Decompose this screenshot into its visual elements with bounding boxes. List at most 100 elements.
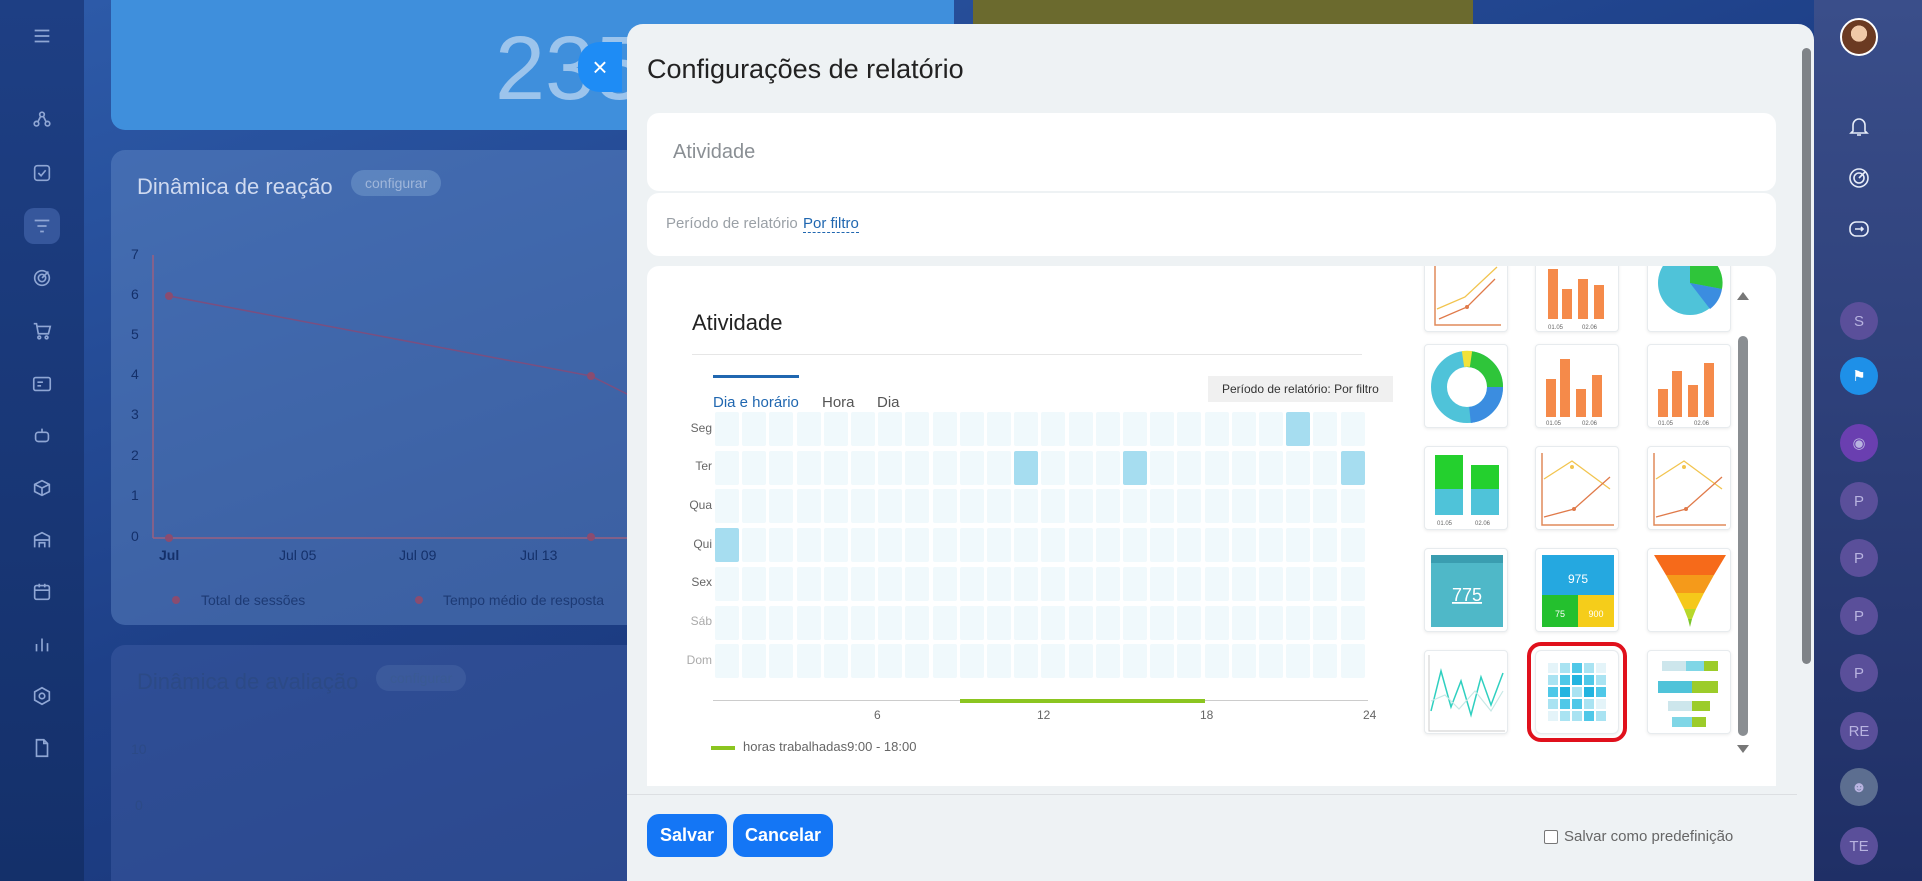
chart-thumb-heatmap[interactable]	[1527, 642, 1627, 742]
modal-scrollbar-thumb[interactable]	[1802, 48, 1811, 664]
chart-thumb-bar[interactable]: 01.05 02.06	[1535, 266, 1619, 332]
svg-text:01.05: 01.05	[1548, 325, 1564, 331]
building-icon[interactable]	[24, 522, 60, 558]
avatar-p[interactable]: P	[1840, 597, 1878, 635]
heatmap-cell	[823, 412, 848, 446]
report-name-input[interactable]	[673, 141, 1573, 164]
chart-thumb-line[interactable]	[1535, 446, 1619, 530]
period-dropdown-link[interactable]: Por filtro	[803, 215, 859, 233]
heatmap-cell	[851, 528, 875, 563]
heatmap-cell	[987, 605, 1011, 640]
heatmap-cell	[1286, 489, 1311, 524]
chart-thumb-donut[interactable]	[1424, 344, 1508, 428]
user-avatar[interactable]	[1840, 18, 1878, 56]
bg-legend-dot	[172, 596, 180, 604]
nodes-icon[interactable]	[24, 102, 60, 138]
chart-thumb-bar[interactable]: 01.05 02.06	[1647, 344, 1731, 428]
cat-avatar[interactable]: ☻	[1840, 768, 1878, 806]
gallery-scroll-down-icon[interactable]	[1737, 745, 1749, 753]
save-button[interactable]: Salvar	[647, 814, 727, 857]
chart-thumb-line[interactable]	[1424, 266, 1508, 332]
report-period-row: Período de relatório Por filtro	[647, 193, 1776, 256]
avatar-re[interactable]: RE	[1840, 712, 1878, 750]
bookmark-icon[interactable]: ⚑	[1840, 357, 1878, 395]
document-icon[interactable]	[24, 730, 60, 766]
avatar-p[interactable]: P	[1840, 482, 1878, 520]
chart-thumb-funnel[interactable]	[1647, 548, 1731, 632]
gallery-scroll-up-icon[interactable]	[1737, 292, 1749, 300]
chart-thumb-line-teal[interactable]	[1424, 650, 1508, 734]
target-icon[interactable]	[24, 260, 60, 296]
heatmap-cell	[878, 644, 903, 679]
calendar-icon[interactable]	[24, 574, 60, 610]
heatmap-cell	[1204, 566, 1229, 601]
heatmap-cell	[851, 412, 875, 446]
heatmap-thumb-cell	[1572, 687, 1582, 697]
day-label: Qui	[693, 537, 712, 551]
active-tab-underline	[713, 375, 799, 378]
bg-y-tick: 4	[131, 366, 139, 382]
checkbox-box[interactable]	[1544, 829, 1558, 844]
bar-chart-icon[interactable]	[24, 626, 60, 662]
bg-x-tick: Jul	[159, 547, 180, 563]
x-tick: 6	[874, 708, 881, 722]
cart-icon[interactable]	[24, 313, 60, 349]
chart-thumb-pie[interactable]	[1647, 266, 1731, 332]
heatmap-cell	[1340, 605, 1365, 640]
heatmap-cell	[823, 528, 848, 563]
gallery-scrollbar-thumb[interactable]	[1738, 336, 1748, 736]
heatmap-cell	[1095, 489, 1120, 524]
heatmap-cell	[769, 566, 794, 601]
bell-icon[interactable]	[1843, 110, 1875, 142]
vk-icon[interactable]: ◉	[1840, 424, 1878, 462]
avatar-p[interactable]: P	[1840, 654, 1878, 692]
heatmap-cell	[1259, 528, 1283, 563]
day-label: Seg	[690, 421, 712, 435]
chart-thumb-stacked-bar[interactable]: 01.05 02.06	[1424, 446, 1508, 530]
close-button[interactable]: ×	[578, 42, 622, 92]
heatmap-cell	[959, 412, 984, 446]
tab-hour[interactable]: Hora	[822, 394, 855, 411]
hexagon-icon[interactable]	[24, 678, 60, 714]
bg-legend-item: Total de sessões	[201, 592, 306, 608]
tab-day[interactable]: Dia	[877, 394, 900, 411]
chat-sync-icon[interactable]	[1843, 214, 1875, 246]
heatmap-cell	[1177, 528, 1202, 563]
preview-divider	[692, 354, 1362, 355]
cancel-button[interactable]: Cancelar	[733, 814, 833, 857]
heatmap-cell	[823, 644, 848, 679]
chart-thumb-number-multi[interactable]: 975 75 900	[1535, 548, 1619, 632]
checkbox-icon[interactable]	[24, 155, 60, 191]
filter-icon[interactable]	[24, 208, 60, 244]
avatar-p[interactable]: P	[1840, 539, 1878, 577]
legend-swatch	[711, 746, 735, 750]
box-icon[interactable]	[24, 470, 60, 506]
chart-thumb-number[interactable]: 775	[1424, 548, 1508, 632]
bg-y-tick: 7	[131, 246, 139, 262]
avatar-te[interactable]: TE	[1840, 827, 1878, 865]
heatmap-thumb-cell	[1596, 687, 1606, 697]
radar-icon[interactable]	[1843, 162, 1875, 194]
heatmap-cell	[715, 644, 739, 679]
heatmap-cell	[1340, 412, 1365, 446]
bg-legend-item: Tempo médio de resposta	[443, 592, 605, 608]
avatar-s[interactable]: S	[1840, 302, 1878, 340]
svg-text:02.06: 02.06	[1582, 421, 1598, 427]
heatmap-cell	[1014, 605, 1039, 640]
chart-thumb-bars-mixed[interactable]	[1647, 650, 1731, 734]
bg-configure-button-2[interactable]: configurar	[376, 665, 467, 691]
heatmap-cell	[1177, 412, 1202, 446]
chart-thumb-bar[interactable]: 01.05 02.06	[1535, 344, 1619, 428]
heatmap-cell	[742, 528, 767, 563]
menu-icon[interactable]	[24, 18, 60, 54]
chart-thumb-line[interactable]	[1647, 446, 1731, 530]
tab-day-and-hour[interactable]: Dia e horário	[713, 394, 799, 411]
save-as-preset-checkbox[interactable]: Salvar como predefinição	[1544, 828, 1733, 845]
heatmap-cell	[1286, 605, 1311, 640]
contact-card-icon[interactable]	[24, 366, 60, 402]
heatmap-thumb-cell	[1572, 663, 1582, 673]
x-tick: 12	[1037, 708, 1051, 722]
heatmap-cell	[1123, 450, 1147, 485]
save-as-preset-label: Salvar como predefinição	[1564, 828, 1734, 845]
robot-icon[interactable]	[24, 418, 60, 454]
